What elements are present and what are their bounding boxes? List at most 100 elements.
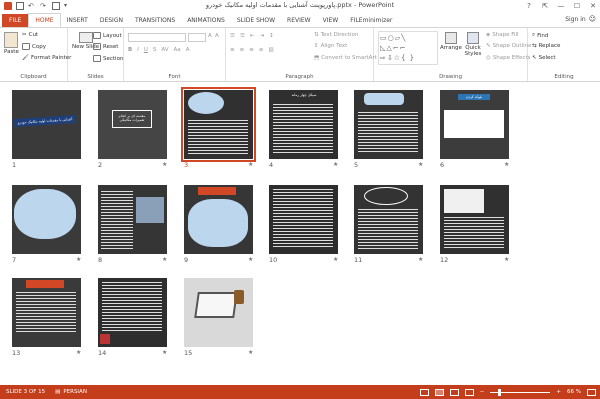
spacing-icon[interactable]: AV [161, 47, 168, 53]
arrange-button[interactable]: Arrange [440, 32, 462, 51]
reading-view-icon[interactable] [449, 388, 459, 396]
slide-thumbnail-9[interactable] [184, 185, 253, 254]
align-right-icon[interactable]: ≡ [249, 47, 254, 53]
format-painter-button[interactable]: 🖌 Format Painter [22, 55, 71, 61]
section-button[interactable]: Section [93, 55, 123, 62]
slide-thumbnail-14[interactable] [98, 278, 167, 347]
fit-to-window-icon[interactable] [587, 388, 596, 396]
italic-icon[interactable]: I [137, 47, 139, 53]
slide-thumbnail-4[interactable]: سیکل چهار زمانه [269, 90, 338, 159]
tab-review[interactable]: REVIEW [281, 14, 317, 27]
slide-sorter-view-icon[interactable] [434, 388, 444, 396]
tab-insert[interactable]: INSERT [61, 14, 94, 27]
slide-thumbnail-8[interactable] [98, 185, 167, 254]
shrink-font-icon[interactable]: A [215, 33, 219, 39]
slide-thumbnail-3[interactable] [181, 87, 256, 162]
slide-thumbnail-6[interactable]: بلوکه کردن [440, 90, 509, 159]
bullets-icon[interactable]: ☰ [230, 33, 235, 39]
columns-icon[interactable]: ▥ [268, 47, 273, 53]
zoom-out-button[interactable]: − [480, 389, 485, 395]
tab-animations[interactable]: ANIMATIONS [181, 14, 231, 27]
layout-button[interactable]: Layout [93, 32, 122, 39]
slide-thumbnail-2[interactable]: مقدمه ای بر انجام تعمیرات مکانیکی [98, 90, 167, 159]
case-icon[interactable]: Aa [174, 47, 181, 53]
slide-thumbnail-7[interactable] [12, 185, 81, 254]
reset-label: Reset [103, 43, 119, 50]
editing-group: ⌕ Find ⇆ Replace ↖ Select Editing [528, 28, 600, 81]
zoom-slider-thumb[interactable] [498, 388, 502, 396]
convert-smartart-button[interactable]: ⬒ Convert to SmartArt [314, 55, 377, 61]
underline-icon[interactable]: U [144, 47, 148, 53]
slide-thumbnail-11[interactable] [354, 185, 423, 254]
tab-file[interactable]: FILE [2, 14, 29, 27]
paste-label: Paste [4, 49, 19, 55]
close-button[interactable]: ✕ [588, 2, 598, 10]
slide-thumbnail-5[interactable] [354, 90, 423, 159]
increase-indent-icon[interactable]: ⇥ [259, 33, 264, 39]
align-text-button[interactable]: ⇕ Align Text [314, 43, 347, 49]
strikethrough-icon[interactable]: S [153, 47, 157, 53]
zoom-slider[interactable] [490, 388, 551, 396]
replace-icon: ⇆ [532, 43, 537, 49]
smiley-icon[interactable]: ☺ [589, 15, 596, 23]
maximize-button[interactable]: ☐ [572, 2, 582, 10]
minimize-button[interactable]: — [556, 2, 566, 10]
language-label[interactable]: PERSIAN [63, 389, 87, 395]
tab-view[interactable]: VIEW [317, 14, 345, 27]
slide-thumbnail-15[interactable] [184, 278, 253, 347]
align-left-icon[interactable]: ≡ [230, 47, 235, 53]
text-direction-label: Text Direction [320, 32, 359, 38]
slide-15-laptop-image [194, 292, 238, 318]
normal-view-icon[interactable] [419, 388, 429, 396]
zoom-in-button[interactable]: + [556, 389, 561, 395]
slide-thumbnail-10[interactable] [269, 185, 338, 254]
justify-icon[interactable]: ≡ [259, 47, 264, 53]
find-button[interactable]: ⌕ Find [532, 32, 548, 39]
bold-icon[interactable]: B [128, 47, 132, 53]
numbering-icon[interactable]: ☰ [240, 33, 245, 39]
start-from-beginning-icon[interactable] [52, 2, 60, 10]
align-row: ≡ ≡ ≡ ≡ ▥ [230, 47, 274, 53]
font-size-box[interactable] [188, 33, 206, 42]
save-icon[interactable] [16, 2, 24, 10]
replace-button[interactable]: ⇆ Replace [532, 43, 560, 49]
help-button[interactable]: ? [524, 2, 534, 10]
shapes-gallery[interactable]: ▭○▱╲ ◺△⌐⌐ ⇨⇩☆{ } [378, 31, 438, 65]
slide-8-text-block [101, 191, 133, 249]
slide-show-icon[interactable] [464, 388, 474, 396]
zoom-level[interactable]: 66 % [567, 389, 581, 395]
shape-fill-button[interactable]: ◈ Shape Fill [486, 32, 519, 38]
align-center-icon[interactable]: ≡ [240, 47, 245, 53]
font-color-icon[interactable]: A [186, 47, 190, 53]
grow-font-icon[interactable]: A [208, 33, 212, 39]
shape-effects-button[interactable]: ◎ Shape Effects [486, 55, 530, 61]
customize-qat-icon[interactable]: ▾ [64, 2, 72, 10]
tab-design[interactable]: DESIGN [94, 14, 129, 27]
reset-button[interactable]: Reset [93, 43, 118, 50]
slide-14-text-block [102, 282, 162, 332]
language-icon[interactable]: ▤ [55, 389, 60, 395]
tab-transitions[interactable]: TRANSITIONS [129, 14, 181, 27]
text-direction-button[interactable]: ⇅ Text Direction [314, 32, 358, 38]
paste-button[interactable]: Paste [4, 32, 19, 55]
animation-star-icon: ★ [76, 349, 82, 356]
copy-button[interactable]: Copy [22, 43, 46, 50]
font-name-box[interactable] [128, 33, 186, 42]
line-spacing-icon[interactable]: ↕ [269, 33, 274, 39]
tab-slide-show[interactable]: SLIDE SHOW [231, 14, 281, 27]
slide-thumbnail-1[interactable]: آشنایی با مقدمات اولیه مکانیک خودرو [12, 90, 81, 159]
select-button[interactable]: ↖ Select [532, 55, 556, 61]
tab-home[interactable]: HOME [28, 13, 61, 27]
sign-in-label[interactable]: Sign in [565, 16, 585, 23]
redo-icon[interactable]: ↷ [40, 2, 48, 10]
slide-thumbnail-13[interactable] [12, 278, 81, 347]
tab-fileminimizer[interactable]: FILEminimizer [344, 14, 398, 27]
slide-thumbnail-12[interactable] [440, 185, 509, 254]
ribbon-display-icon[interactable]: ⇱ [540, 2, 550, 10]
cut-button[interactable]: ✂ Cut [22, 32, 38, 38]
quick-styles-button[interactable]: Quick Styles [462, 32, 484, 57]
shape-outline-button[interactable]: ✎ Shape Outline [486, 43, 531, 49]
undo-icon[interactable]: ↶ [28, 2, 36, 10]
sign-in[interactable]: Sign in ☺ [565, 15, 596, 23]
decrease-indent-icon[interactable]: ⇤ [250, 33, 255, 39]
